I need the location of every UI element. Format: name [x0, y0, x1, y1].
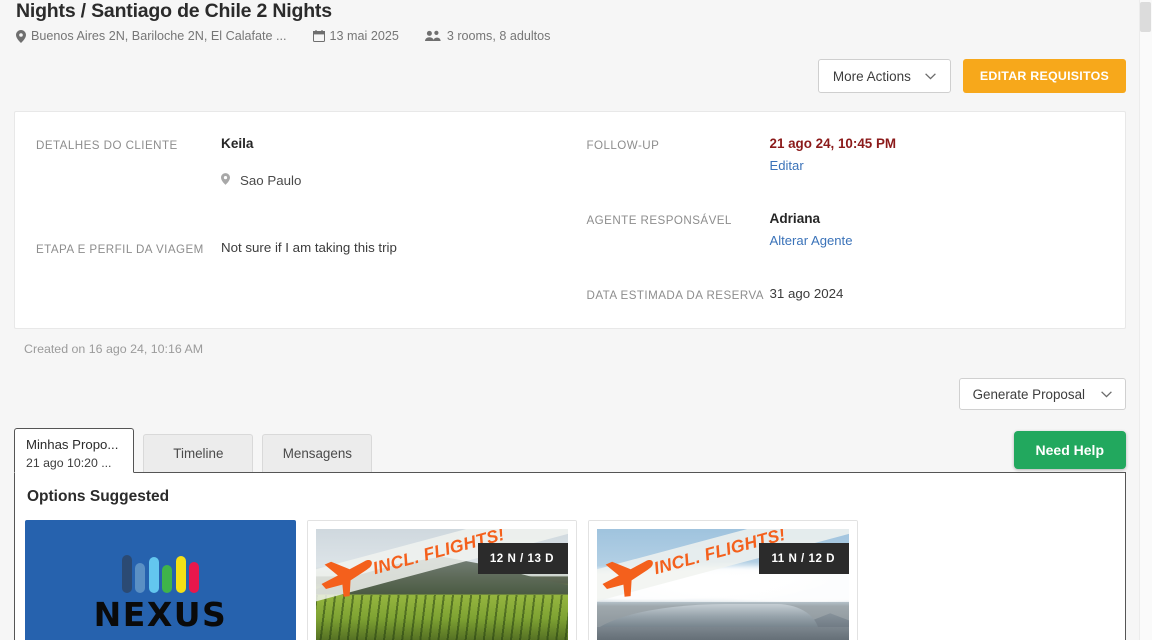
more-actions-button[interactable]: More Actions	[817, 59, 951, 93]
trip-stage-value: Not sure if I am taking this trip	[221, 240, 397, 255]
calendar-icon	[312, 30, 325, 42]
pax-text: 3 rooms, 8 adultos	[446, 29, 551, 43]
vineyard-rows	[316, 594, 568, 640]
proposal-photo-inner: INCL. FLIGHTS! 11 N / 12 D	[597, 529, 849, 640]
page-header: Nights / Santiago de Chile 2 Nights Buen…	[0, 0, 1152, 43]
field-booking-date: DATA ESTIMADA DA RESERVA 31 ago 2024	[587, 286, 1126, 302]
date-text: 13 mai 2025	[329, 29, 399, 43]
location-pin-icon	[221, 173, 230, 188]
scrollbar-thumb[interactable]	[1140, 2, 1151, 32]
followup-date: 21 ago 24, 10:45 PM	[769, 136, 897, 151]
meta-date: 13 mai 2025	[312, 29, 399, 43]
agent-value-group: Adriana Alterar Agente	[770, 211, 853, 248]
page-root: Nights / Santiago de Chile 2 Nights Buen…	[0, 0, 1152, 640]
agent-label: AGENTE RESPONSÁVEL	[586, 214, 732, 227]
tab-timeline[interactable]: Timeline	[143, 434, 254, 472]
generate-proposal-row: Generate Proposal	[0, 378, 1152, 410]
nights-days-badge: 11 N / 12 D	[759, 543, 849, 574]
page-scrollbar[interactable]	[1139, 0, 1152, 640]
detail-column-left: DETALHES DO CLIENTE Keila Sao Paulo ETAP…	[15, 136, 575, 302]
proposal-card[interactable]: INCL. FLIGHTS! 12 N / 13 D	[307, 520, 577, 640]
created-on-text: Created on 16 ago 24, 10:16 AM	[24, 342, 204, 356]
client-details-value: Keila Sao Paulo	[221, 136, 301, 188]
tab-minhas-propostas-sub: 21 ago 10:20 ...	[26, 455, 112, 470]
destinations-text: Buenos Aires 2N, Bariloche 2N, El Calafa…	[31, 29, 287, 43]
client-city-row: Sao Paulo	[221, 173, 301, 188]
followup-edit-link[interactable]: Editar	[770, 158, 804, 173]
location-pin-icon	[16, 29, 26, 43]
page-title: Nights / Santiago de Chile 2 Nights	[16, 0, 332, 22]
people-group-icon	[424, 30, 442, 42]
need-help-label: Need Help	[1035, 442, 1104, 458]
nexus-logo-bars	[121, 551, 200, 593]
proposal-photo: INCL. FLIGHTS! 11 N / 12 D	[589, 521, 857, 640]
proposal-card[interactable]: NEXUS	[25, 520, 296, 640]
meta-pax: 3 rooms, 8 adultos	[424, 29, 551, 43]
terminal-base-shape	[597, 627, 849, 640]
generate-proposal-button[interactable]: Generate Proposal	[958, 378, 1126, 410]
client-city: Sao Paulo	[240, 173, 302, 188]
proposals-panel: Options Suggested NEXUS INCL. FLIGHTS! 1…	[14, 472, 1126, 640]
proposal-card[interactable]: INCL. FLIGHTS! 11 N / 12 D	[588, 520, 858, 640]
tabs-list: Minhas Propo... 21 ago 10:20 ... Timelin…	[14, 427, 1126, 473]
tab-minhas-propostas[interactable]: Minhas Propo... 21 ago 10:20 ...	[14, 428, 135, 473]
options-suggested-title: Options Suggested	[27, 488, 170, 505]
booking-date-value: 31 ago 2024	[769, 286, 844, 301]
client-details-label: DETALHES DO CLIENTE	[36, 139, 178, 152]
edit-requirements-label: EDITAR REQUISITOS	[979, 69, 1109, 83]
followup-value-group: 21 ago 24, 10:45 PM Editar	[770, 136, 897, 173]
need-help-button[interactable]: Need Help	[1013, 431, 1126, 469]
tabs-bar: Minhas Propo... 21 ago 10:20 ... Timelin…	[14, 427, 1126, 473]
chevron-down-icon	[925, 72, 936, 80]
field-client-details: DETALHES DO CLIENTE Keila Sao Paulo	[36, 136, 575, 188]
chevron-down-icon	[1101, 390, 1112, 398]
field-agent: AGENTE RESPONSÁVEL Adriana Alterar Agent…	[587, 211, 1126, 248]
proposal-photo: INCL. FLIGHTS! 12 N / 13 D	[308, 521, 576, 640]
trip-detail-card: DETALHES DO CLIENTE Keila Sao Paulo ETAP…	[14, 111, 1126, 329]
agent-name: Adriana	[769, 211, 821, 226]
edit-requirements-button[interactable]: EDITAR REQUISITOS	[962, 59, 1126, 93]
trip-meta: Buenos Aires 2N, Bariloche 2N, El Calafa…	[16, 29, 1136, 43]
change-agent-link[interactable]: Alterar Agente	[770, 233, 853, 248]
nexus-brand-text: NEXUS	[93, 594, 228, 634]
meta-destinations: Buenos Aires 2N, Bariloche 2N, El Calafa…	[16, 29, 287, 43]
tab-timeline-label: Timeline	[173, 446, 224, 461]
actions-bar: More Actions EDITAR REQUISITOS	[0, 59, 1152, 93]
client-name: Keila	[221, 136, 254, 151]
nights-days-badge: 12 N / 13 D	[477, 543, 568, 574]
generate-proposal-label: Generate Proposal	[972, 386, 1085, 402]
trip-stage-label: ETAPA E PERFIL DA VIAGEM	[36, 243, 204, 256]
detail-column-right: FOLLOW-UP 21 ago 24, 10:45 PM Editar AGE…	[575, 136, 1126, 302]
nexus-logo: NEXUS	[25, 520, 296, 640]
proposal-cards-row: NEXUS INCL. FLIGHTS! 12 N / 13 D INCL. F…	[15, 520, 1125, 640]
more-actions-label: More Actions	[832, 68, 911, 84]
field-followup: FOLLOW-UP 21 ago 24, 10:45 PM Editar	[587, 136, 1126, 173]
tab-mensagens-label: Mensagens	[282, 446, 352, 461]
field-trip-stage: ETAPA E PERFIL DA VIAGEM Not sure if I a…	[36, 240, 575, 256]
tab-minhas-propostas-label: Minhas Propo...	[26, 436, 119, 452]
followup-label: FOLLOW-UP	[586, 139, 660, 152]
proposal-photo-inner: INCL. FLIGHTS! 12 N / 13 D	[316, 529, 568, 640]
tab-mensagens[interactable]: Mensagens	[262, 434, 373, 472]
booking-date-label: DATA ESTIMADA DA RESERVA	[586, 289, 764, 302]
